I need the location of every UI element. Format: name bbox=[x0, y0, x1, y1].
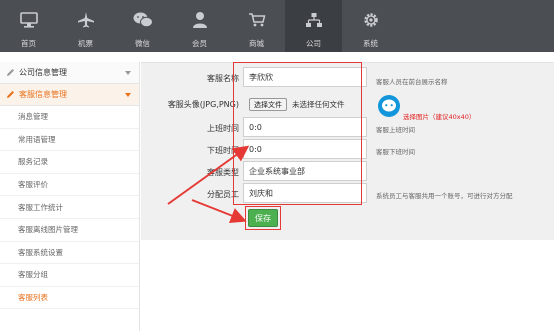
cart-icon bbox=[247, 10, 267, 30]
org-chart-icon bbox=[304, 10, 324, 30]
nav-members-label: 会员 bbox=[192, 39, 207, 48]
nav-wechat[interactable]: 微信 bbox=[114, 0, 171, 52]
avatar-image[interactable] bbox=[378, 95, 400, 117]
end-time-label: 下班时间 bbox=[207, 146, 239, 155]
name-input[interactable]: 李欣欣 bbox=[243, 67, 367, 87]
sidebar-item-offline-images[interactable]: 客服离线图片管理 bbox=[0, 219, 139, 242]
gear-icon bbox=[361, 10, 381, 30]
chevron-down-icon bbox=[125, 93, 131, 97]
sidebar-item-service-records[interactable]: 服务记录 bbox=[0, 151, 139, 174]
file-status: 未选择任何文件 bbox=[292, 100, 345, 109]
avatar-note: 选择图片（建议40x40） bbox=[403, 113, 476, 121]
assign-staff-label: 分配员工 bbox=[207, 190, 239, 199]
nav-flights-label: 机票 bbox=[78, 39, 93, 48]
start-time-input[interactable]: 0:0 bbox=[243, 117, 367, 137]
sidebar: 公司信息管理 客服信息管理 消息管理 常用语管理 服务记录 客服评价 客服工作统… bbox=[0, 62, 140, 331]
service-type-label: 客服类型 bbox=[207, 168, 239, 177]
sidebar-item-messages[interactable]: 消息管理 bbox=[0, 106, 139, 129]
assign-staff-input[interactable]: 刘庆和 bbox=[243, 183, 367, 203]
airplane-icon bbox=[76, 10, 96, 30]
name-hint: 客服人员在前台展示名称 bbox=[376, 78, 448, 86]
nav-system[interactable]: 系统 bbox=[342, 0, 399, 52]
save-button[interactable]: 保存 bbox=[248, 209, 278, 227]
nav-system-label: 系统 bbox=[363, 39, 378, 48]
sidebar-item-reviews[interactable]: 客服评价 bbox=[0, 174, 139, 197]
start-time-hint: 客服上班时间 bbox=[376, 126, 415, 134]
monitor-icon bbox=[19, 10, 39, 30]
end-time-hint: 客服下班时间 bbox=[376, 148, 415, 156]
chat-bubble-icon bbox=[382, 99, 396, 112]
sidebar-item-phrases[interactable]: 常用语管理 bbox=[0, 129, 139, 152]
sidebar-group-company-info[interactable]: 公司信息管理 bbox=[0, 62, 139, 84]
wechat-icon bbox=[133, 10, 153, 30]
sidebar-group-label: 公司信息管理 bbox=[19, 68, 67, 77]
sidebar-group-label: 客服信息管理 bbox=[19, 90, 67, 99]
nav-home-label: 首页 bbox=[21, 39, 36, 48]
nav-home[interactable]: 首页 bbox=[0, 0, 57, 52]
assign-staff-hint: 系统员工与客服共用一个账号，可进行对方分配 bbox=[376, 192, 513, 200]
start-time-label: 上班时间 bbox=[207, 124, 239, 133]
nav-company-label: 公司 bbox=[306, 39, 321, 48]
sidebar-item-work-stats[interactable]: 客服工作统计 bbox=[0, 196, 139, 219]
pencil-icon bbox=[6, 90, 15, 99]
sidebar-item-service-list[interactable]: 客服列表 bbox=[0, 287, 139, 310]
name-label: 客服名称 bbox=[207, 74, 239, 83]
sidebar-group-service-info[interactable]: 客服信息管理 bbox=[0, 84, 139, 106]
pencil-icon bbox=[6, 68, 15, 77]
chevron-down-icon bbox=[125, 71, 131, 75]
choose-file-button[interactable]: 选择文件 bbox=[249, 98, 287, 111]
end-time-input[interactable]: 0:0 bbox=[243, 139, 367, 159]
nav-members[interactable]: 会员 bbox=[171, 0, 228, 52]
nav-wechat-label: 微信 bbox=[135, 39, 150, 48]
nav-company[interactable]: 公司 bbox=[285, 0, 342, 52]
sidebar-item-system-settings[interactable]: 客服系统设置 bbox=[0, 242, 139, 265]
nav-mall[interactable]: 商城 bbox=[228, 0, 285, 52]
sidebar-item-groups[interactable]: 客服分组 bbox=[0, 264, 139, 287]
service-type-input[interactable]: 企业系统事业部 bbox=[243, 161, 367, 181]
avatar-label: 客服头像(JPG,PNG) bbox=[167, 100, 239, 109]
nav-mall-label: 商城 bbox=[249, 39, 264, 48]
top-navigation: 首页 机票 微信 会员 商城 公司 系统 bbox=[0, 0, 554, 52]
person-icon bbox=[190, 10, 210, 30]
nav-flights[interactable]: 机票 bbox=[57, 0, 114, 52]
